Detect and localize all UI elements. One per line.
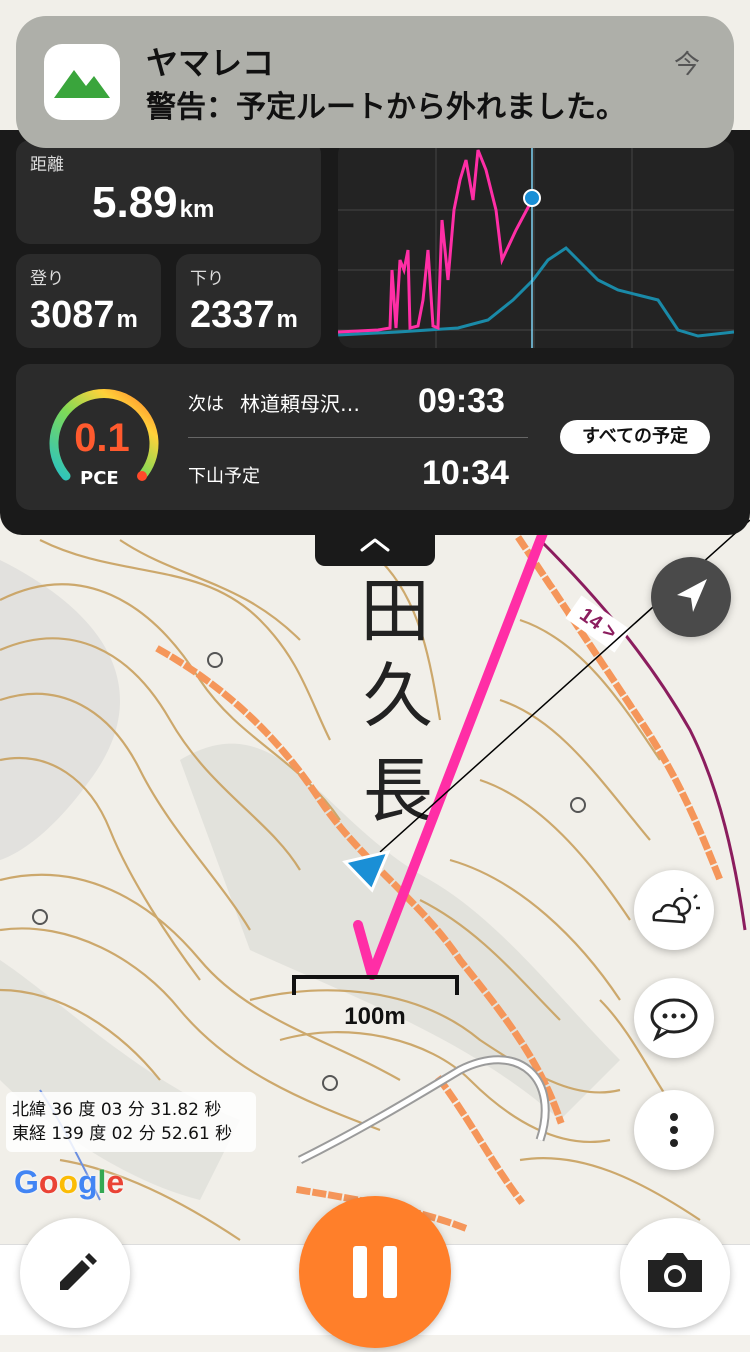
distance-value: 5.89 [92,178,178,227]
descent-plan-time: 10:34 [422,454,509,492]
scale-label: 100m [344,1003,405,1030]
weather-icon [652,888,700,924]
collapse-handle[interactable] [315,530,435,566]
google-letter: o [38,1164,59,1200]
chevron-up-icon [360,538,390,552]
navigation-button[interactable] [651,557,731,637]
descent-card: 下り 2337m [176,254,321,348]
chart-position-marker [523,189,541,207]
more-button[interactable] [634,1090,714,1170]
pause-button[interactable] [299,1196,451,1348]
distance-card: 距離 5.89km [16,140,321,244]
coordinates-box: 北緯 36 度 03 分 31.82 秒 東経 139 度 02 分 52.61… [6,1092,256,1152]
ascent-label: 登り [30,269,64,289]
mountain-icon [54,70,110,98]
google-letter: g [77,1164,98,1200]
google-letter: G [14,1164,39,1200]
distance-label: 距離 [30,155,64,175]
camera-icon [648,1253,702,1292]
ascent-value: 3087 [30,294,115,336]
edit-button[interactable] [20,1218,130,1328]
pencil-icon [60,1253,97,1290]
camera-button[interactable] [620,1218,730,1328]
divider [188,437,528,438]
app-icon [44,44,120,120]
weather-button[interactable] [634,870,714,950]
notification-time: 今 [673,50,700,80]
next-time: 09:33 [418,382,505,420]
descent-label: 下り [190,269,224,289]
notification-message: 警告：予定ルートから外れました。 [146,90,626,125]
next-label: 次は [188,394,224,415]
descent-value: 2337 [190,294,275,336]
pce-label: PCE [80,468,119,489]
google-letter: o [58,1164,78,1200]
google-letter: e [106,1164,125,1200]
navigation-arrow-icon [677,579,707,612]
map-label-kanji-1: 田 [360,570,430,652]
ascent-card: 登り 3087m [16,254,161,348]
schedule-card[interactable]: 0.1 PCE 次は 林道頼母沢… 09:33 下山予定 10:34 すべての予… [16,364,734,510]
google-logo: Google [14,1164,124,1201]
map-label-kanji-3: 長 [363,750,433,832]
descent-plan-label: 下山予定 [188,466,260,487]
chat-icon [650,998,698,1042]
map-label-kanji-2: 久 [363,655,433,737]
latitude-text: 北緯 36 度 03 分 31.82 秒 [12,1100,222,1120]
ascent-unit: m [116,306,138,333]
pause-icon [353,1246,397,1298]
distance-unit: km [179,196,215,223]
more-vertical-icon [670,1113,678,1147]
tracking-panel: 距離 5.89km 登り 3087m 下り 2337m 0.1 PCE 次は 林… [0,130,750,535]
longitude-text: 東経 139 度 02 分 52.61 秒 [12,1124,233,1144]
notification-banner[interactable]: ヤマレコ 警告：予定ルートから外れました。 今 [16,16,734,148]
descent-unit: m [276,306,298,333]
notification-app-name: ヤマレコ [146,44,275,82]
next-place: 林道頼母沢… [240,392,360,416]
chat-button[interactable] [634,978,714,1058]
route-elevation-line [338,149,534,334]
pce-value: 0.1 [74,416,130,460]
elevation-chart[interactable] [338,140,734,348]
all-schedule-button[interactable]: すべての予定 [560,420,710,454]
